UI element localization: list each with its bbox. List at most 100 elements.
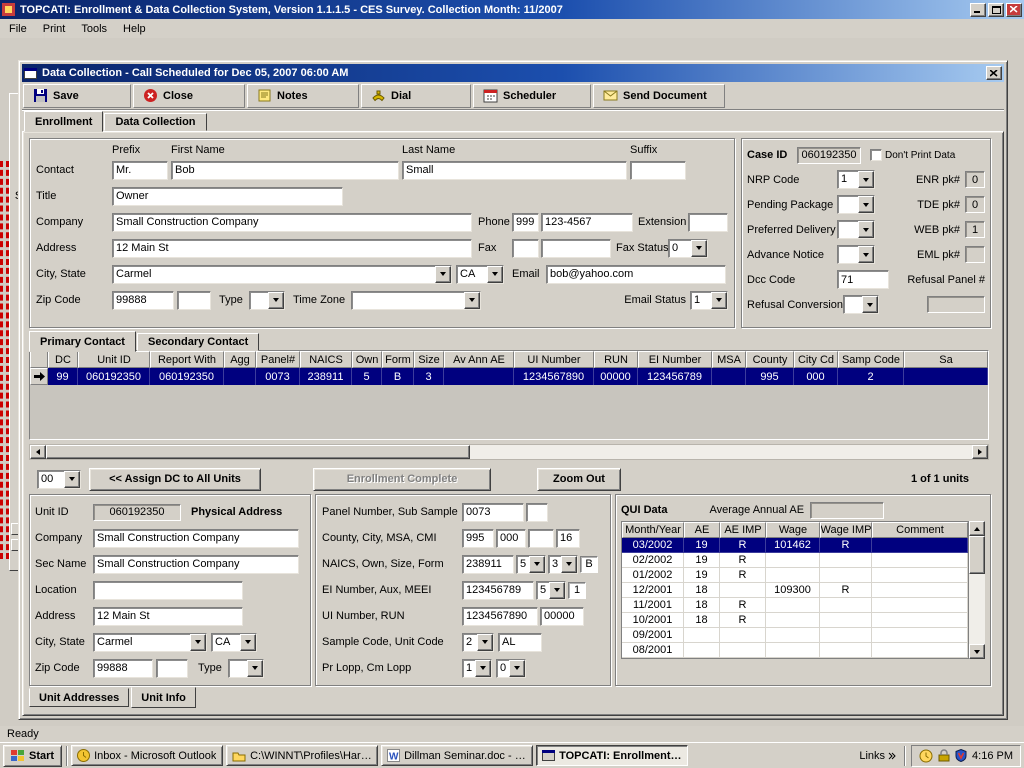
type-combo[interactable] (249, 291, 285, 310)
fax-area-input[interactable] (512, 239, 539, 258)
qui-row[interactable]: 10/200118R (622, 613, 968, 628)
advance-notice-combo[interactable] (837, 245, 875, 264)
dropdown-arrow-icon[interactable] (240, 634, 256, 651)
enrollment-complete-button[interactable]: Enrollment Complete (313, 468, 491, 491)
dropdown-arrow-icon[interactable] (64, 471, 80, 488)
taskbar-item-word[interactable]: W Dillman Seminar.doc - Mic... (381, 745, 533, 766)
lock-icon[interactable] (938, 749, 950, 762)
dropdown-arrow-icon[interactable] (435, 266, 451, 283)
qui-vscrollbar[interactable] (969, 521, 985, 659)
zip4-input[interactable] (177, 291, 211, 310)
cm-lopp-combo[interactable]: 0 (496, 659, 526, 678)
dropdown-arrow-icon[interactable] (475, 660, 491, 677)
menu-print[interactable]: Print (35, 21, 74, 37)
clock-reminder-icon[interactable] (919, 749, 933, 763)
ei-number-input[interactable] (462, 581, 534, 600)
cmi-input[interactable] (556, 529, 580, 548)
extension-input[interactable] (688, 213, 728, 232)
send-document-button[interactable]: Send Document (593, 84, 725, 108)
tab-unit-info[interactable]: Unit Info (131, 687, 196, 708)
dropdown-arrow-icon[interactable] (487, 266, 503, 283)
save-button[interactable]: Save (23, 84, 131, 108)
dropdown-arrow-icon[interactable] (268, 292, 284, 309)
fax-number-input[interactable] (541, 239, 611, 258)
unit-company-input[interactable] (93, 529, 299, 548)
taskbar-item-folder[interactable]: C:\WINNT\Profiles\Harre... (226, 745, 378, 766)
state-combo[interactable]: CA (456, 265, 504, 284)
dcc-code-input[interactable] (837, 270, 889, 289)
dropdown-arrow-icon[interactable] (190, 634, 206, 651)
nrp-code-combo[interactable]: 1 (837, 170, 875, 189)
pr-lopp-combo[interactable]: 1 (462, 659, 492, 678)
dial-button[interactable]: Dial (361, 84, 471, 108)
qui-row[interactable]: 08/2001 (622, 643, 968, 658)
sample-code-combo[interactable]: 2 (462, 633, 494, 652)
dropdown-arrow-icon[interactable] (561, 556, 577, 573)
panel-number-input[interactable] (462, 503, 524, 522)
sub-sample-input[interactable] (526, 503, 548, 522)
unit-zip-input[interactable] (93, 659, 153, 678)
shield-icon[interactable] (955, 749, 967, 762)
chevron-right-icon[interactable] (888, 752, 896, 760)
close-toolbar-button[interactable]: Close (133, 84, 245, 108)
unit-type-combo[interactable] (228, 659, 264, 678)
sec-name-input[interactable] (93, 555, 299, 574)
location-input[interactable] (93, 581, 243, 600)
maximize-button[interactable] (988, 3, 1004, 17)
city-combo[interactable]: Carmel (112, 265, 452, 284)
scroll-left-button[interactable] (30, 445, 46, 459)
qui-row[interactable]: 03/200219R101462R (622, 538, 968, 553)
scroll-thumb[interactable] (46, 445, 470, 459)
unit-city-combo[interactable]: Carmel (93, 633, 207, 652)
phone-area-input[interactable] (512, 213, 539, 232)
aux-combo[interactable]: 5 (536, 581, 566, 600)
scheduler-button[interactable]: Scheduler (473, 84, 591, 108)
minimize-button[interactable] (970, 3, 986, 17)
unit-zip4-input[interactable] (156, 659, 188, 678)
units-grid[interactable]: DC Unit ID Report With Agg Panel# NAICS … (29, 350, 989, 440)
tab-unit-addresses[interactable]: Unit Addresses (29, 688, 129, 707)
dropdown-arrow-icon[interactable] (858, 246, 874, 263)
dropdown-arrow-icon[interactable] (529, 556, 545, 573)
menu-tools[interactable]: Tools (73, 21, 115, 37)
taskbar-item-outlook[interactable]: Inbox - Microsoft Outlook (71, 745, 223, 766)
preferred-delivery-combo[interactable] (837, 220, 875, 239)
fax-status-combo[interactable]: 0 (668, 239, 708, 258)
time-zone-combo[interactable] (351, 291, 481, 310)
pending-package-combo[interactable] (837, 195, 875, 214)
dropdown-arrow-icon[interactable] (858, 171, 874, 188)
last-name-input[interactable] (402, 161, 627, 180)
refusal-conversion-combo[interactable] (843, 295, 879, 314)
phone-number-input[interactable] (541, 213, 633, 232)
taskbar-item-topcati[interactable]: TOPCATI: Enrollment ... (536, 745, 688, 766)
dropdown-arrow-icon[interactable] (858, 196, 874, 213)
run-input[interactable] (540, 607, 584, 626)
assign-dc-button[interactable]: << Assign DC to All Units (89, 468, 261, 491)
links-toolbar[interactable]: Links (855, 750, 900, 762)
menu-help[interactable]: Help (115, 21, 154, 37)
email-status-combo[interactable]: 1 (690, 291, 728, 310)
unit-row-selected[interactable]: 99 060192350 060192350 0073 238911 5 B 3… (30, 368, 988, 385)
address-input[interactable] (112, 239, 472, 258)
qui-row[interactable]: 11/200118R (622, 598, 968, 613)
dropdown-arrow-icon[interactable] (862, 296, 878, 313)
unit-address-input[interactable] (93, 607, 243, 626)
first-name-input[interactable] (171, 161, 399, 180)
dropdown-arrow-icon[interactable] (464, 292, 480, 309)
scroll-right-button[interactable] (972, 445, 988, 459)
dialog-close-button[interactable] (986, 66, 1002, 80)
own-combo[interactable]: 5 (516, 555, 546, 574)
unit-state-combo[interactable]: CA (211, 633, 257, 652)
suffix-input[interactable] (630, 161, 686, 180)
dropdown-arrow-icon[interactable] (549, 582, 565, 599)
ui-number-input[interactable] (462, 607, 538, 626)
dropdown-arrow-icon[interactable] (477, 634, 493, 651)
tab-primary-contact[interactable]: Primary Contact (29, 331, 136, 352)
tab-secondary-contact[interactable]: Secondary Contact (137, 333, 259, 351)
dc-combo[interactable]: 00 (37, 470, 81, 489)
menu-file[interactable]: File (1, 21, 35, 37)
dropdown-arrow-icon[interactable] (711, 292, 727, 309)
notes-button[interactable]: Notes (247, 84, 359, 108)
close-button[interactable] (1006, 3, 1022, 17)
size-combo[interactable]: 3 (548, 555, 578, 574)
